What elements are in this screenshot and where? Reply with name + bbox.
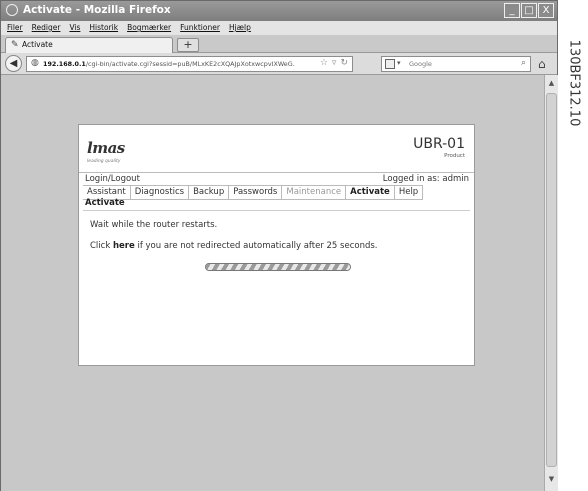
window-title: Activate - Mozilla Firefox — [23, 4, 171, 16]
product-name: UBR-01 — [413, 136, 465, 152]
menu-help[interactable]: Hjælp — [229, 21, 251, 35]
page-viewport: lmas leading quality UBR-01 Product Logi… — [1, 75, 544, 491]
search-placeholder: Google — [409, 60, 432, 68]
document-code-text: 130BF312.10 — [566, 39, 582, 127]
nav-activate[interactable]: Activate — [346, 186, 395, 199]
url-tools: ☆ ▿ ↻ — [320, 58, 348, 68]
menu-file[interactable]: Filer — [7, 21, 23, 35]
reload-icon[interactable]: ↻ — [340, 58, 348, 68]
scroll-thumb[interactable] — [546, 93, 557, 467]
menu-view[interactable]: Vis — [69, 21, 80, 35]
tab-bar: ✎ Activate + — [1, 35, 557, 53]
wait-message: Wait while the router restarts. — [90, 220, 218, 230]
router-nav: Assistant Diagnostics Backup Passwords M… — [83, 185, 424, 200]
logo-tagline: leading quality — [87, 159, 121, 164]
logo: lmas — [87, 139, 125, 157]
menu-edit[interactable]: Rediger — [32, 21, 61, 35]
site-identity-icon[interactable]: ◍ — [31, 58, 39, 68]
header-divider — [79, 172, 474, 173]
nav-passwords[interactable]: Passwords — [229, 186, 283, 199]
menu-bar: Filer Rediger Vis Historik Bogmærker Fun… — [1, 21, 557, 35]
nav-backup[interactable]: Backup — [189, 186, 230, 199]
title-bar: Activate - Mozilla Firefox _ □ X — [1, 1, 557, 21]
window-controls: _ □ X — [504, 3, 554, 18]
maximize-button[interactable]: □ — [521, 3, 537, 18]
new-tab-button[interactable]: + — [177, 38, 199, 52]
redirect-prefix: Click — [90, 241, 111, 251]
navigation-toolbar: ◀ ◍ 192.168.0.1/cgi-bin/activate.cgi?ses… — [1, 53, 557, 75]
url-text: 192.168.0.1/cgi-bin/activate.cgi?sessid=… — [43, 60, 295, 68]
tab-label: Activate — [22, 40, 53, 49]
home-icon[interactable]: ⌂ — [538, 57, 546, 71]
section-title: Activate — [85, 198, 125, 208]
search-input[interactable]: ▾ Google ⌕ — [381, 56, 531, 72]
browser-window: Activate - Mozilla Firefox _ □ X Filer R… — [0, 0, 558, 491]
side-document-code: 130BF312.10 — [560, 8, 588, 158]
back-arrow-icon[interactable]: ◀ — [5, 55, 22, 72]
nav-maintenance: Maintenance — [282, 186, 347, 199]
tab-activate[interactable]: ✎ Activate — [5, 37, 173, 53]
scroll-down-icon[interactable]: ▼ — [545, 475, 558, 487]
star-icon[interactable]: ☆ — [320, 58, 328, 68]
vertical-scrollbar[interactable]: ▲ ▼ — [544, 75, 558, 491]
redirect-message: Click here if you are not redirected aut… — [90, 241, 378, 251]
product-label: Product — [444, 153, 465, 159]
nav-help[interactable]: Help — [395, 186, 424, 199]
search-engine-icon[interactable] — [385, 59, 395, 69]
logged-in-status: Logged in as: admin — [382, 174, 469, 184]
url-path: /cgi-bin/activate.cgi?sessid=puB/MLxKE2c… — [85, 60, 295, 68]
menu-bookmarks[interactable]: Bogmærker — [127, 21, 171, 35]
router-panel: lmas leading quality UBR-01 Product Logi… — [78, 124, 475, 366]
url-host: 192.168.0.1 — [43, 60, 86, 68]
login-logout-link[interactable]: Login/Logout — [85, 174, 140, 184]
restart-progress-bar — [205, 263, 351, 271]
page-favicon-icon: ✎ — [11, 40, 19, 50]
scroll-up-icon[interactable]: ▲ — [545, 79, 558, 91]
redirect-suffix: if you are not redirected automatically … — [137, 241, 378, 251]
nav-diagnostics[interactable]: Diagnostics — [131, 186, 190, 199]
section-divider — [83, 210, 470, 211]
firefox-icon — [6, 4, 18, 16]
redirect-link[interactable]: here — [113, 241, 135, 251]
url-input[interactable]: ◍ 192.168.0.1/cgi-bin/activate.cgi?sessi… — [26, 56, 353, 72]
menu-tools[interactable]: Funktioner — [180, 21, 220, 35]
close-button[interactable]: X — [538, 3, 554, 18]
minimize-button[interactable]: _ — [504, 3, 520, 18]
dropdown-icon[interactable]: ▿ — [332, 58, 337, 68]
menu-history[interactable]: Historik — [89, 21, 118, 35]
progress-fill — [206, 264, 350, 270]
magnifier-icon[interactable]: ⌕ — [521, 58, 526, 68]
engine-dropdown-icon[interactable]: ▾ — [397, 59, 401, 67]
